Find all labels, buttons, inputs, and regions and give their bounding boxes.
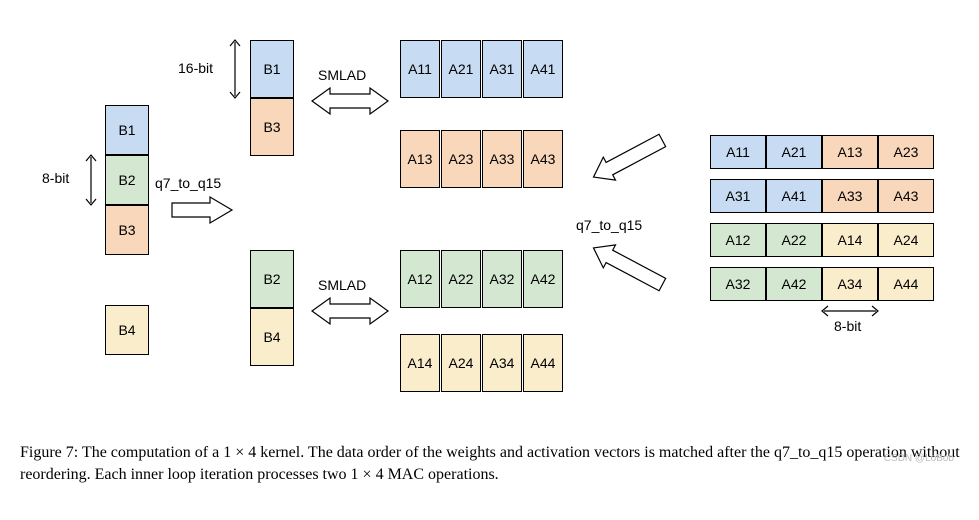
gbot-r2c2: A24 (441, 334, 481, 392)
cell-label: A44 (531, 355, 556, 371)
cell-label: A44 (894, 276, 919, 292)
cell-label: A11 (726, 144, 750, 160)
rr3c1: A12 (710, 223, 766, 257)
cell-label: A22 (449, 271, 474, 287)
gtop-r1c4: A41 (523, 40, 563, 98)
label-q7-left: q7_to_q15 (155, 175, 221, 191)
cell-label: A21 (449, 61, 474, 77)
cell-label: A41 (782, 188, 807, 204)
label-q7-right: q7_to_q15 (576, 217, 642, 233)
cell-label: A12 (408, 271, 433, 287)
b16-cell-b4: B4 (250, 308, 294, 366)
cell-label: A24 (894, 232, 919, 248)
cell-label: A31 (726, 188, 751, 204)
gbot-r1c4: A42 (523, 250, 563, 308)
cell-label: A13 (838, 144, 863, 160)
watermark: CSDN @LoBob (884, 453, 954, 464)
b16-cell-b3: B3 (250, 98, 294, 156)
gbot-r1c2: A22 (441, 250, 481, 308)
arrow-smlad-bot (310, 296, 390, 326)
cell-label: A23 (894, 144, 919, 160)
cell-label: B3 (118, 222, 135, 238)
label-8bit: 8-bit (42, 170, 69, 186)
cell-label: A33 (490, 151, 515, 167)
cell-label: A11 (408, 61, 432, 77)
b16-cell-b2: B2 (250, 250, 294, 308)
dim-8bit (82, 153, 100, 207)
gbot-r2c4: A44 (523, 334, 563, 392)
dim-8bit-right (820, 303, 880, 319)
rr2c2: A41 (766, 179, 822, 213)
cell-label: A22 (782, 232, 807, 248)
label-smlad-bot: SMLAD (318, 277, 366, 293)
cell-label: B4 (263, 329, 280, 345)
rr3c3: A14 (822, 223, 878, 257)
cell-label: B3 (263, 119, 280, 135)
gtop-r2c4: A43 (523, 130, 563, 188)
arrow-smlad-top (310, 86, 390, 116)
b8-cell-b2: B2 (105, 155, 149, 205)
cell-label: A14 (408, 355, 433, 371)
cell-label: A24 (449, 355, 474, 371)
rr3c2: A22 (766, 223, 822, 257)
label-16bit: 16-bit (178, 60, 213, 76)
cell-label: B2 (118, 172, 135, 188)
cell-label: B1 (263, 61, 280, 77)
rr3c4: A24 (878, 223, 934, 257)
gbot-r2c1: A14 (400, 334, 440, 392)
cell-label: B1 (118, 122, 135, 138)
gtop-r2c2: A23 (441, 130, 481, 188)
rr4c1: A32 (710, 267, 766, 301)
rr1c1: A11 (710, 135, 766, 169)
gtop-r1c3: A31 (482, 40, 522, 98)
cell-label: B4 (118, 322, 135, 338)
diagram-canvas: B1 B2 B3 B4 8-bit q7_to_q15 B1 B3 16-bit… (20, 20, 960, 430)
gtop-r1c2: A21 (441, 40, 481, 98)
cell-label: A42 (782, 276, 807, 292)
rr1c3: A13 (822, 135, 878, 169)
rr1c2: A21 (766, 135, 822, 169)
rr4c3: A34 (822, 267, 878, 301)
gbot-r1c1: A12 (400, 250, 440, 308)
cell-label: A23 (449, 151, 474, 167)
label-8bit-right: 8-bit (834, 318, 861, 334)
b8-cell-b4: B4 (105, 305, 149, 355)
cell-label: A43 (531, 151, 556, 167)
cell-label: A21 (782, 144, 807, 160)
cell-label: A32 (726, 276, 751, 292)
gbot-r1c3: A32 (482, 250, 522, 308)
rr4c4: A44 (878, 267, 934, 301)
cell-label: A42 (531, 271, 556, 287)
gtop-r2c1: A13 (400, 130, 440, 188)
label-smlad-top: SMLAD (318, 67, 366, 83)
cell-label: A12 (726, 232, 751, 248)
cell-label: A14 (838, 232, 863, 248)
cell-label: A41 (531, 61, 556, 77)
gtop-r2c3: A33 (482, 130, 522, 188)
cell-label: A43 (894, 188, 919, 204)
gtop-r1c1: A11 (400, 40, 440, 98)
cell-label: A13 (408, 151, 433, 167)
rr4c2: A42 (766, 267, 822, 301)
arrow-diag-bot (580, 235, 690, 305)
cell-label: A32 (490, 271, 515, 287)
b8-cell-b1: B1 (105, 105, 149, 155)
b8-cell-b3: B3 (105, 205, 149, 255)
rr2c4: A43 (878, 179, 934, 213)
arrow-diag-top (580, 120, 690, 190)
rr2c1: A31 (710, 179, 766, 213)
rr1c4: A23 (878, 135, 934, 169)
dim-16bit (226, 38, 244, 100)
rr2c3: A33 (822, 179, 878, 213)
cell-label: A31 (490, 61, 515, 77)
cell-label: B2 (263, 271, 280, 287)
cell-label: A34 (490, 355, 515, 371)
figure-caption: Figure 7: The computation of a 1 × 4 ker… (20, 442, 960, 487)
gbot-r2c3: A34 (482, 334, 522, 392)
b16-cell-b1: B1 (250, 40, 294, 98)
cell-label: A33 (838, 188, 863, 204)
arrow-right-1 (170, 195, 234, 225)
cell-label: A34 (838, 276, 863, 292)
